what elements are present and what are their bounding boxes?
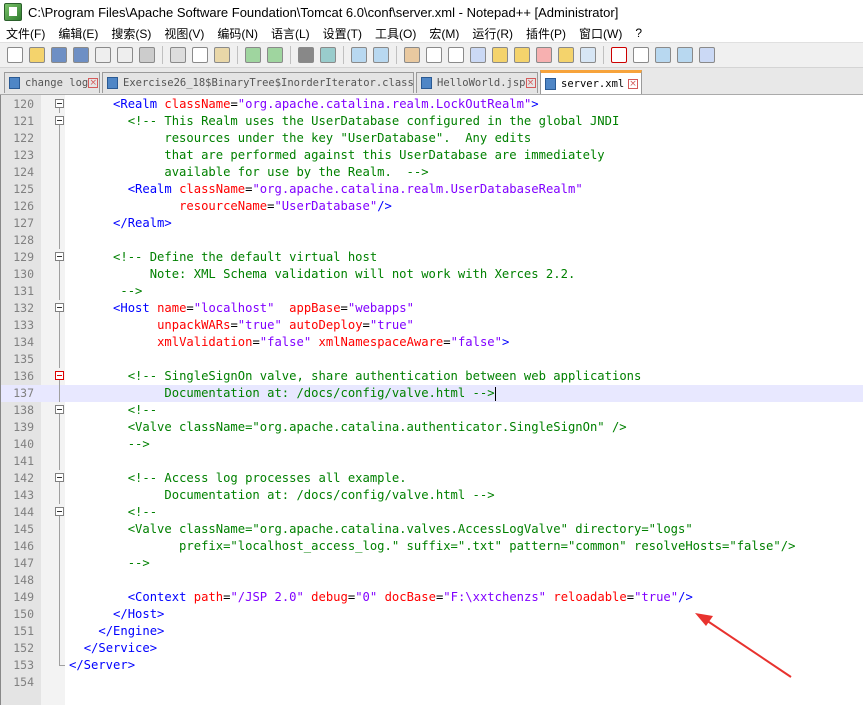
- close-tab-icon[interactable]: ×: [88, 78, 99, 88]
- menu-item[interactable]: 编码(N): [211, 25, 265, 42]
- toolbar-separator: [237, 46, 238, 64]
- save-all-icon[interactable]: [73, 47, 89, 63]
- find-icon[interactable]: [298, 47, 314, 63]
- menu-item[interactable]: 宏(M): [423, 25, 466, 42]
- file-saved-icon: [421, 77, 432, 89]
- menu-item[interactable]: 窗口(W): [573, 25, 629, 42]
- menu-item[interactable]: 编辑(E): [52, 25, 105, 42]
- menu-item[interactable]: 工具(O): [369, 25, 423, 42]
- zoom-in-icon[interactable]: [351, 47, 367, 63]
- code-editor[interactable]: 120 <Realm className="org.apache.catalin…: [0, 95, 863, 705]
- show-all-chars-icon[interactable]: [448, 47, 464, 63]
- function-list-icon[interactable]: [536, 47, 552, 63]
- save-icon[interactable]: [51, 47, 67, 63]
- print-icon[interactable]: [139, 47, 155, 63]
- monitoring-icon[interactable]: [580, 47, 596, 63]
- menu-item[interactable]: 搜索(S): [105, 25, 158, 42]
- undo-icon[interactable]: [245, 47, 261, 63]
- open-file-icon[interactable]: [29, 47, 45, 63]
- tab-change-log[interactable]: change log ×: [4, 72, 100, 93]
- tab-label: Exercise26_18$BinaryTree$InorderIterator…: [123, 77, 414, 89]
- paste-icon[interactable]: [214, 47, 230, 63]
- folder-as-workspace-icon[interactable]: [558, 47, 574, 63]
- copy-icon[interactable]: [192, 47, 208, 63]
- close-all-icon[interactable]: [117, 47, 133, 63]
- document-tab-bar: change log × Exercise26_18$BinaryTree$In…: [0, 68, 863, 95]
- tab-server-xml[interactable]: server.xml ×: [540, 70, 642, 94]
- file-saved-icon: [107, 77, 118, 89]
- stop-record-icon[interactable]: [633, 47, 649, 63]
- close-tab-icon[interactable]: ×: [525, 78, 536, 88]
- toolbar-separator: [162, 46, 163, 64]
- sync-scroll-icon[interactable]: [404, 47, 420, 63]
- file-saved-icon: [545, 77, 556, 90]
- menu-bar: 文件(F) 编辑(E) 搜索(S) 视图(V) 编码(N) 语言(L) 设置(T) 工具(O)…: [0, 24, 863, 42]
- save-macro-icon[interactable]: [699, 47, 715, 63]
- play-macro-icon[interactable]: [655, 47, 671, 63]
- define-language-icon[interactable]: [492, 47, 508, 63]
- menu-item[interactable]: ?: [629, 26, 649, 40]
- menu-item[interactable]: 语言(L): [265, 25, 317, 42]
- menu-item[interactable]: 运行(R): [466, 25, 520, 42]
- tab-label: HelloWorld.jsp: [437, 77, 526, 89]
- word-wrap-icon[interactable]: [426, 47, 442, 63]
- record-macro-icon[interactable]: [611, 47, 627, 63]
- tab-label: server.xml: [561, 77, 625, 90]
- file-saved-icon: [9, 77, 20, 89]
- new-file-icon[interactable]: [7, 47, 23, 63]
- window-title: C:\Program Files\Apache Software Foundat…: [28, 4, 619, 20]
- menu-item[interactable]: 文件(F): [0, 25, 52, 42]
- close-tab-icon[interactable]: ×: [628, 78, 638, 89]
- tab-helloworld-jsp[interactable]: HelloWorld.jsp ×: [416, 72, 538, 93]
- replace-icon[interactable]: [320, 47, 336, 63]
- toolbar-separator: [603, 46, 604, 64]
- close-icon[interactable]: [95, 47, 111, 63]
- annotation-arrow: [695, 613, 792, 678]
- menu-item[interactable]: 视图(V): [158, 25, 211, 42]
- title-bar: C:\Program Files\Apache Software Foundat…: [0, 0, 863, 24]
- indent-guide-icon[interactable]: [470, 47, 486, 63]
- tab-exercise26-18[interactable]: Exercise26_18$BinaryTree$InorderIterator…: [102, 72, 414, 93]
- toolbar: [0, 42, 863, 68]
- doc-map-icon[interactable]: [514, 47, 530, 63]
- cut-icon[interactable]: [170, 47, 186, 63]
- run-macro-multiple-icon[interactable]: [677, 47, 693, 63]
- toolbar-separator: [396, 46, 397, 64]
- menu-item[interactable]: 设置(T): [317, 25, 369, 42]
- zoom-out-icon[interactable]: [373, 47, 389, 63]
- arrow-shaft: [702, 617, 792, 678]
- toolbar-separator: [290, 46, 291, 64]
- redo-icon[interactable]: [267, 47, 283, 63]
- notepad-plus-plus-icon: [4, 3, 22, 21]
- tab-label: change log: [25, 77, 89, 89]
- toolbar-separator: [343, 46, 344, 64]
- menu-item[interactable]: 插件(P): [520, 25, 573, 42]
